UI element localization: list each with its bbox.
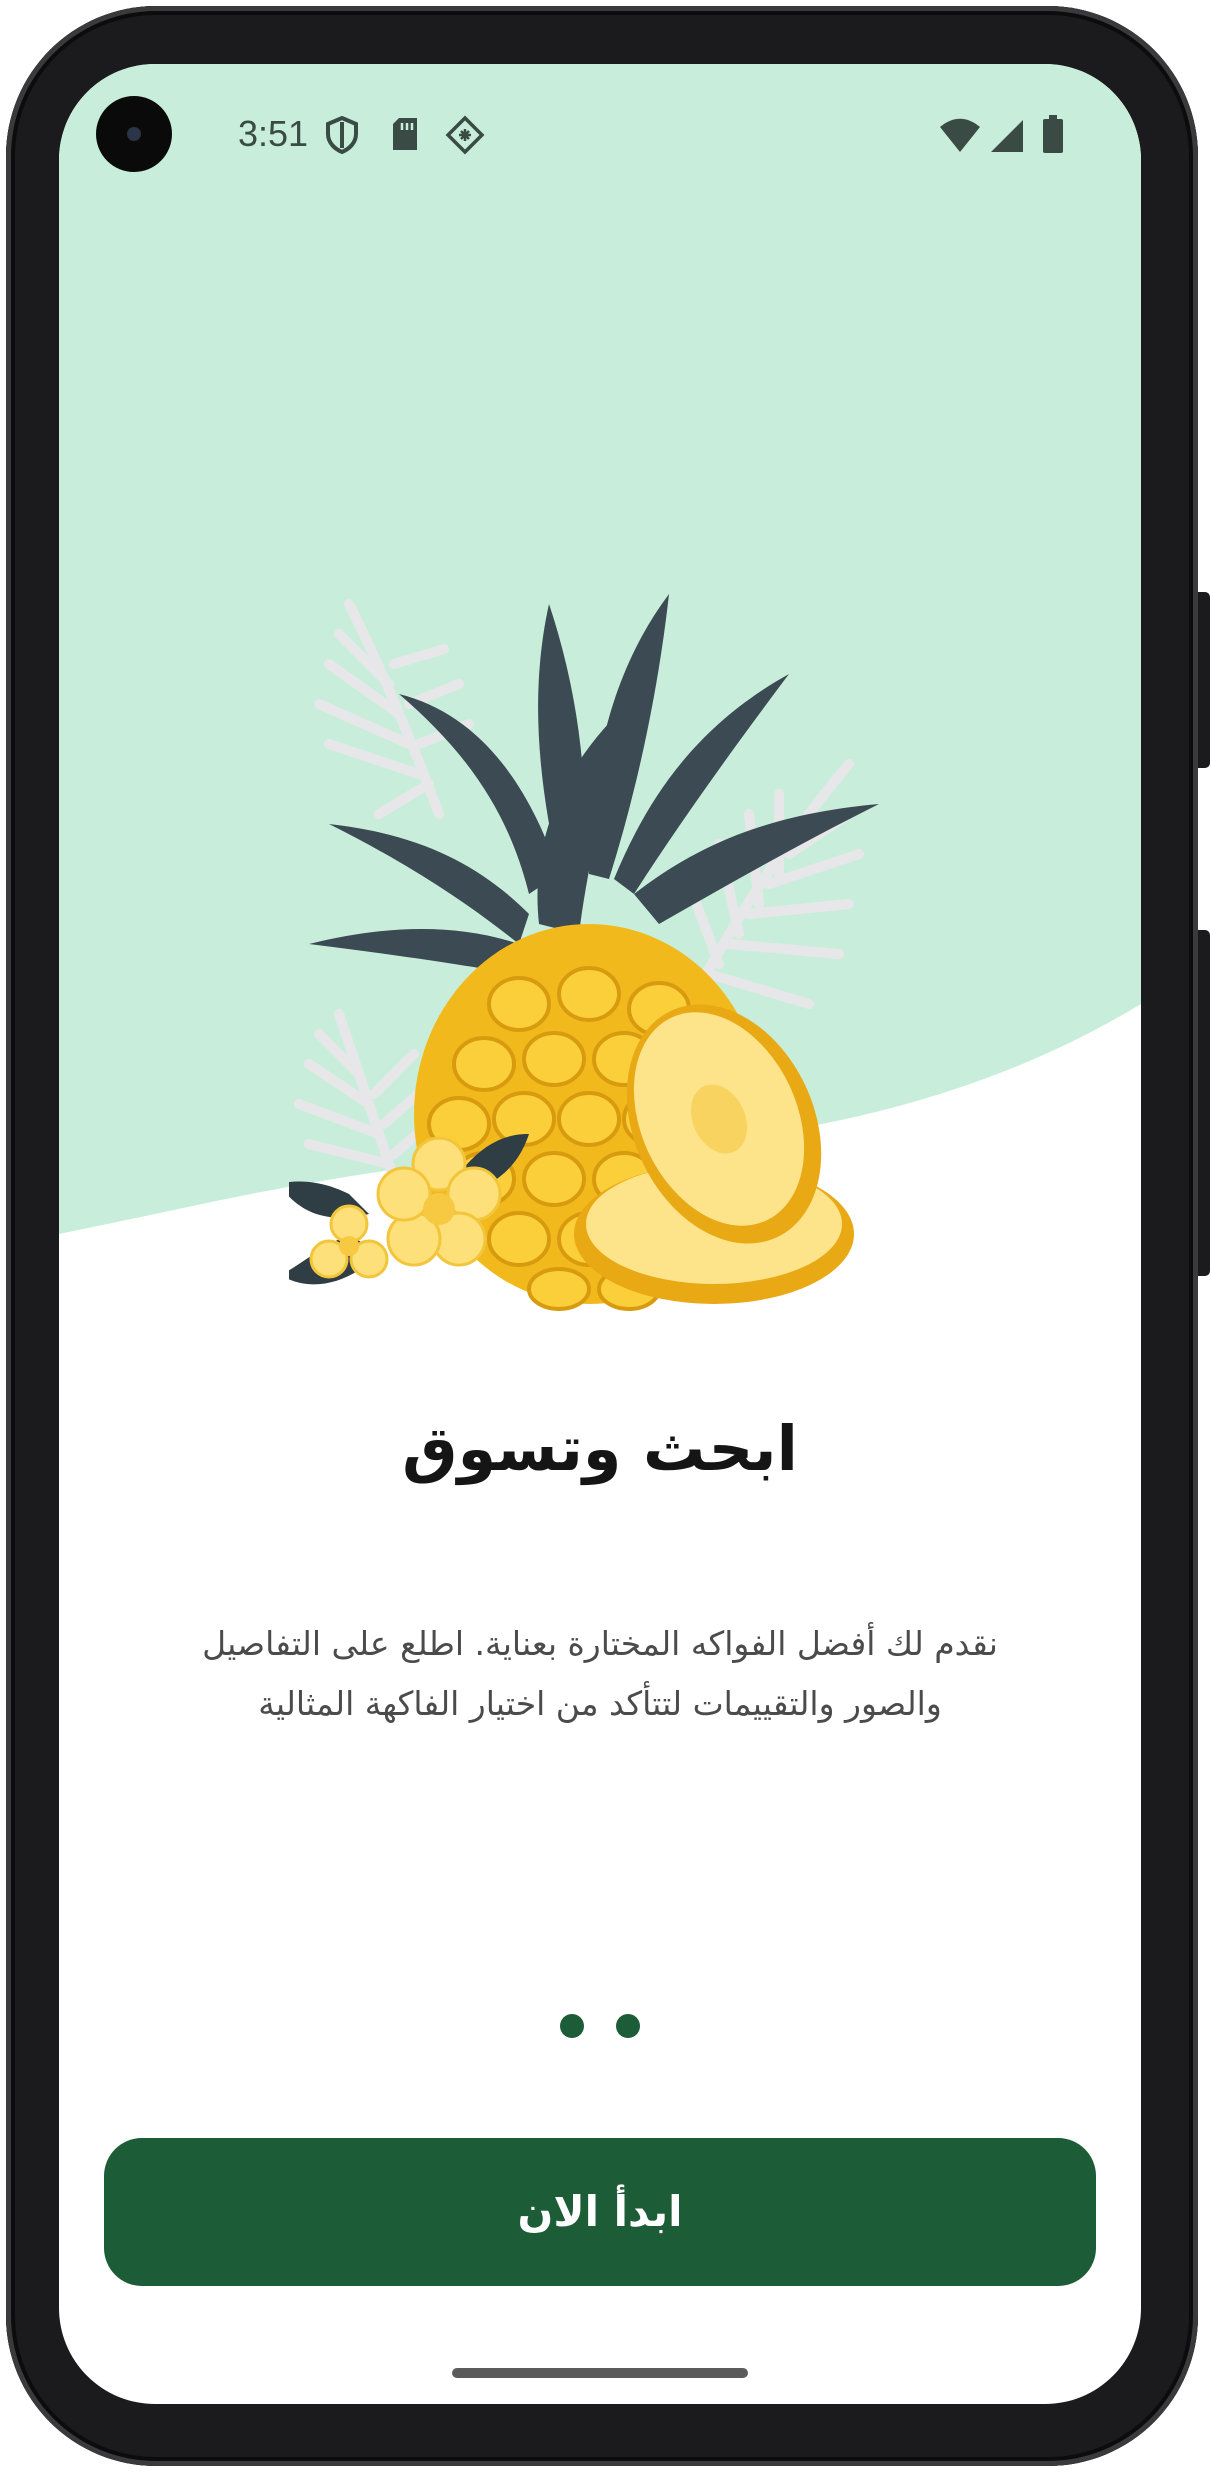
pineapple-icon [289, 594, 879, 1311]
cellular-signal-icon [991, 120, 1023, 152]
start-button[interactable]: ابدأ الان [104, 2138, 1096, 2286]
description-line: والصور والتقييمات لتتأكد من اختيار الفاك… [258, 1684, 942, 1723]
sd-card-icon [393, 118, 417, 150]
battery-icon [1043, 115, 1063, 153]
page-description: نقدم لك أفضل الفواكه المختارة بعناية. اط… [119, 1614, 1081, 1734]
home-indicator[interactable] [452, 2368, 748, 2378]
status-time: 3:51 [238, 113, 309, 154]
wifi-icon [940, 118, 980, 152]
page-indicator [59, 2014, 1141, 2042]
front-camera [96, 96, 172, 172]
description-line: نقدم لك أفضل الفواكه المختارة بعناية. اط… [202, 1624, 998, 1663]
screen: 3:51 ابحث وتسوق نقدم لك أفضل الفواكه الم… [59, 64, 1141, 2404]
shield-icon [326, 116, 358, 154]
volume-button [1198, 930, 1210, 1276]
power-button [1198, 592, 1210, 768]
app-notification-icon [445, 115, 485, 155]
page-title: ابحث وتسوق [402, 1412, 798, 1485]
page-dot[interactable] [560, 2014, 584, 2038]
device-frame: 3:51 ابحث وتسوق نقدم لك أفضل الفواكه الم… [0, 0, 1211, 2474]
page-dot[interactable] [616, 2014, 640, 2038]
